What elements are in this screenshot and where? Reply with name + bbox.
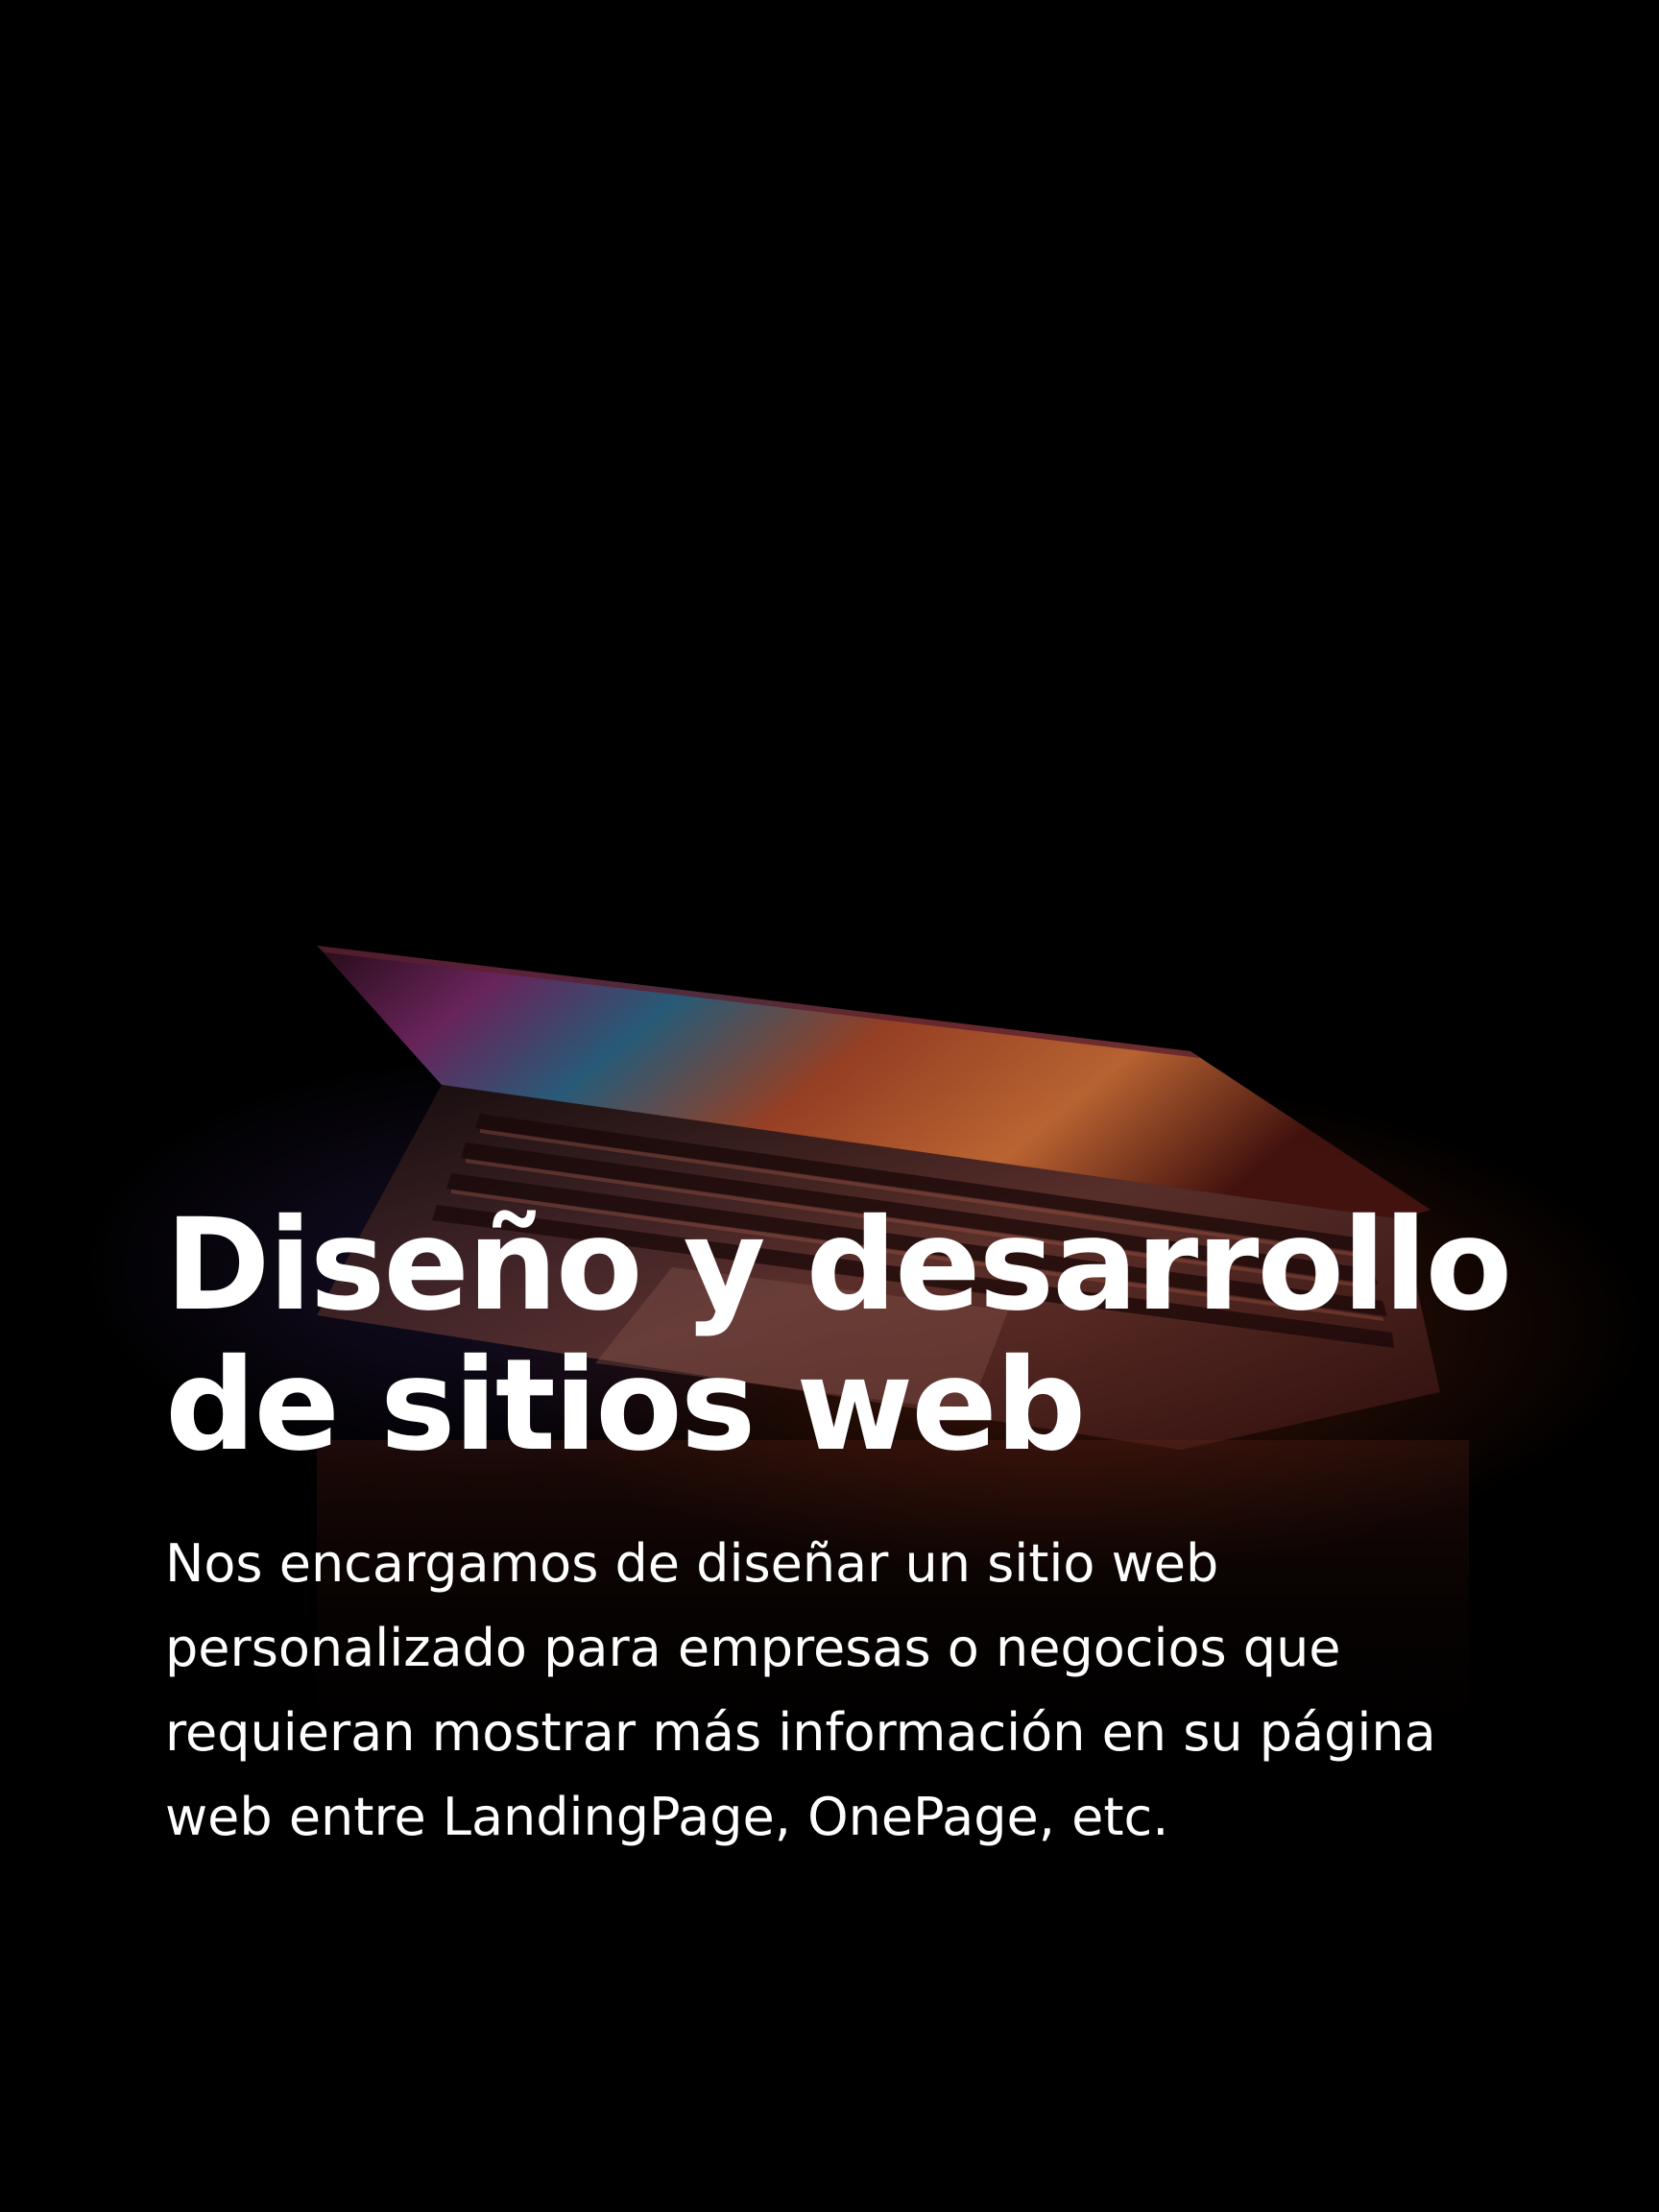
hero-description: Nos encargamos de diseñar un sitio web p… xyxy=(165,1533,1436,1847)
hero-content: Diseño y desarrollo de sitios web Nos en… xyxy=(165,1195,1528,1860)
laptop-photo xyxy=(0,0,1659,2212)
page-title: Diseño y desarrollo de sitios web xyxy=(165,1191,1512,1479)
hero-section: Diseño y desarrollo de sitios web Nos en… xyxy=(0,0,1659,2212)
